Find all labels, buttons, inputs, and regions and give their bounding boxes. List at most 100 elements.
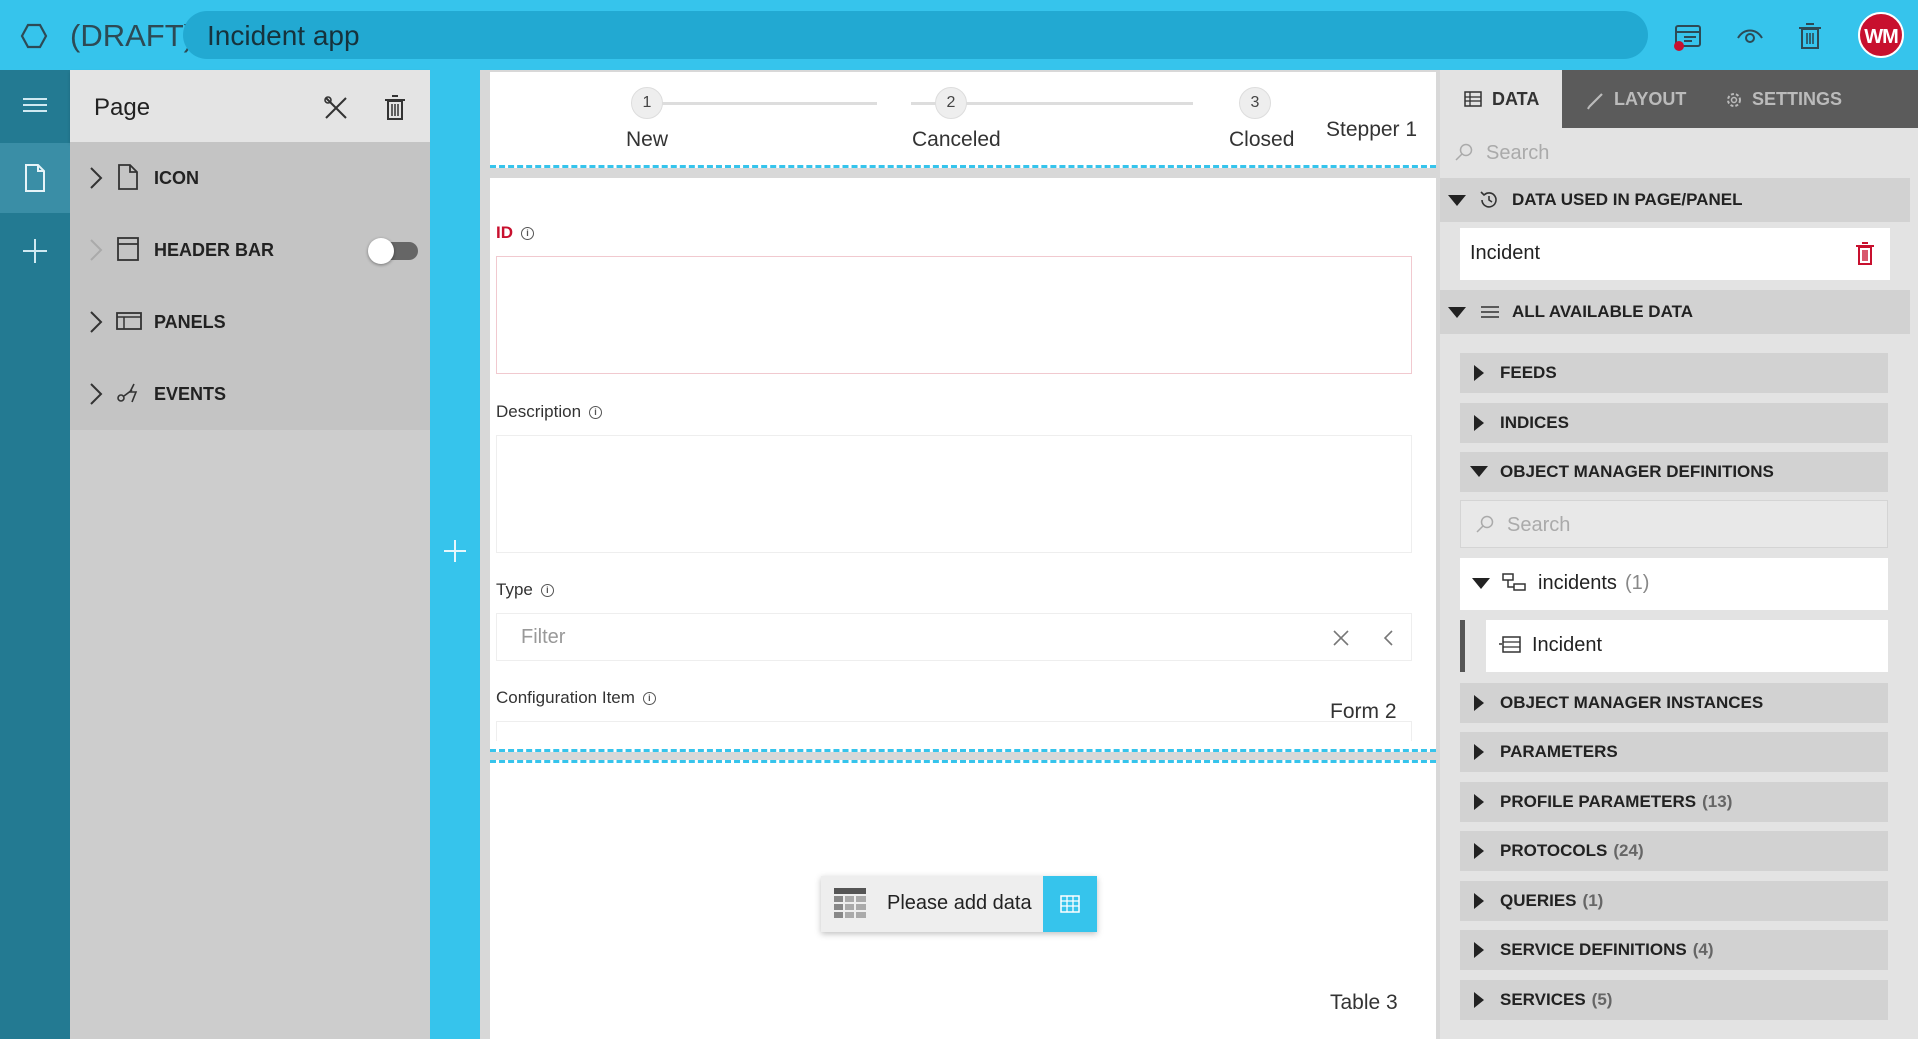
add-panel-plus-icon[interactable] <box>442 538 468 564</box>
stepper-component[interactable]: 1 2 3 New Canceled Closed Stepper 1 <box>490 72 1436 168</box>
toggle-knob <box>368 238 394 264</box>
data-group-protocols[interactable]: PROTOCOLS (24) <box>1460 831 1888 871</box>
clear-x-icon[interactable] <box>1331 628 1351 648</box>
data-group-service-definitions[interactable]: SERVICE DEFINITIONS (4) <box>1460 930 1888 970</box>
add-page-button[interactable] <box>0 216 70 286</box>
field-label-description: Description i <box>496 402 603 422</box>
tree-node-label: incidents <box>1538 572 1617 594</box>
step-number[interactable]: 2 <box>935 87 967 119</box>
group-label: INDICES <box>1500 413 1569 432</box>
menu-button[interactable] <box>0 70 70 140</box>
top-bar: (DRAFT) Incident app WM <box>0 0 1918 70</box>
tab-label: SETTINGS <box>1752 89 1843 109</box>
page-section-events[interactable]: EVENTS <box>70 358 430 430</box>
caret-right-icon <box>1474 992 1484 1008</box>
section-label: PANELS <box>154 312 226 332</box>
add-data-cyan-button[interactable] <box>1043 876 1097 932</box>
tree-leaf-label: Incident <box>1532 634 1603 656</box>
data-used-section-header[interactable]: DATA USED IN PAGE/PANEL <box>1440 178 1910 222</box>
info-icon[interactable]: i <box>540 584 554 598</box>
delete-trash-icon[interactable] <box>1854 241 1876 267</box>
group-label: OBJECT MANAGER DEFINITIONS <box>1500 462 1774 481</box>
type-filter-placeholder: Filter <box>521 626 566 648</box>
section-label: ALL AVAILABLE DATA <box>1512 302 1693 321</box>
page-section-panels[interactable]: PANELS <box>70 286 430 358</box>
data-group-object-manager-definitions[interactable]: OBJECT MANAGER DEFINITIONS <box>1460 452 1888 492</box>
preview-eye-icon[interactable] <box>1734 20 1766 52</box>
panels-icon <box>116 312 142 330</box>
group-count: (24) <box>1613 841 1644 860</box>
group-label: FEEDS <box>1500 363 1557 382</box>
group-label: PARAMETERS <box>1500 742 1618 761</box>
page-icon <box>25 164 45 192</box>
all-available-data-header[interactable]: ALL AVAILABLE DATA <box>1440 290 1910 334</box>
page-panel-header: Page <box>70 70 430 142</box>
info-icon[interactable]: i <box>521 227 534 241</box>
info-icon[interactable]: i <box>589 406 603 420</box>
step-label: Closed <box>1229 128 1295 151</box>
id-input[interactable] <box>496 256 1412 374</box>
hamburger-icon <box>23 98 47 112</box>
field-label-configuration-item: Configuration Item i <box>496 688 656 708</box>
app-hexagon-icon[interactable] <box>20 22 48 50</box>
caret-right-icon <box>1474 365 1484 381</box>
tab-layout[interactable]: LAYOUT <box>1562 70 1710 128</box>
data-group-queries[interactable]: QUERIES (1) <box>1460 881 1888 921</box>
caret-right-icon <box>1474 744 1484 760</box>
data-search[interactable]: Search <box>1440 128 1918 178</box>
step-number[interactable]: 3 <box>1239 87 1271 119</box>
user-avatar[interactable]: WM <box>1858 12 1904 58</box>
data-group-services[interactable]: SERVICES (5) <box>1460 980 1888 1020</box>
tree-node-incidents[interactable]: incidents (1) <box>1460 558 1888 610</box>
type-filter-input[interactable]: Filter <box>496 613 1412 661</box>
tree-leaf-incident[interactable]: Incident <box>1486 620 1888 672</box>
description-input[interactable] <box>496 435 1412 553</box>
step-label: New <box>626 128 669 151</box>
delete-app-icon[interactable] <box>1794 20 1826 52</box>
group-count: (4) <box>1692 940 1714 959</box>
search-placeholder: Search <box>1507 514 1571 536</box>
data-group-profile-parameters[interactable]: PROFILE PARAMETERS (13) <box>1460 782 1888 822</box>
group-label: PROFILE PARAMETERS <box>1500 792 1697 811</box>
publish-icon[interactable] <box>1672 20 1704 52</box>
right-panel: DATA LAYOUT SETTINGS Search DATA USED IN… <box>1440 70 1918 1039</box>
section-label: DATA USED IN PAGE/PANEL <box>1512 190 1743 209</box>
field-label-text: Type <box>496 580 533 599</box>
used-data-item[interactable]: Incident <box>1460 228 1890 280</box>
data-group-indices[interactable]: INDICES <box>1460 403 1888 443</box>
page-section-header-bar[interactable]: HEADER BAR <box>70 214 430 286</box>
group-label: SERVICES <box>1500 990 1586 1009</box>
data-group-object-manager-instances[interactable]: OBJECT MANAGER INSTANCES <box>1460 683 1888 723</box>
info-icon[interactable]: i <box>642 692 656 706</box>
definitions-search-input[interactable]: Search <box>1460 500 1888 548</box>
delete-page-icon[interactable] <box>382 94 408 122</box>
selection-indicator <box>1460 620 1465 672</box>
right-panel-tabs: DATA LAYOUT SETTINGS <box>1440 70 1918 128</box>
group-count: (1) <box>1582 891 1604 910</box>
pages-button[interactable] <box>0 143 70 213</box>
please-add-data-label: Please add data <box>887 892 1032 914</box>
chevron-left-icon[interactable] <box>1379 628 1399 648</box>
page-section-icon[interactable]: ICON <box>70 142 430 214</box>
please-add-data-button[interactable]: Please add data <box>821 876 1097 932</box>
tab-data[interactable]: DATA <box>1440 70 1562 128</box>
field-label-type: Type i <box>496 580 554 600</box>
caret-down-icon <box>1448 307 1466 318</box>
used-data-label: Incident <box>1470 242 1541 264</box>
form-component[interactable]: ID i Description i Type i Filter Configurat… <box>490 178 1436 752</box>
chevron-right-icon <box>90 383 103 405</box>
tab-label: LAYOUT <box>1614 89 1687 109</box>
step-number[interactable]: 1 <box>631 87 663 119</box>
data-group-parameters[interactable]: PARAMETERS <box>1460 732 1888 772</box>
caret-down-icon <box>1470 466 1488 477</box>
tab-settings[interactable]: SETTINGS <box>1710 70 1870 128</box>
header-bar-toggle[interactable] <box>368 238 418 264</box>
page-section-list: ICON HEADER BAR PANELS EVENTS <box>70 142 430 430</box>
configuration-item-input[interactable] <box>496 721 1412 741</box>
caret-right-icon <box>1474 942 1484 958</box>
table-component[interactable]: Please add data Table 3 <box>490 760 1436 1039</box>
data-group-feeds[interactable]: FEEDS <box>1460 353 1888 393</box>
object-definition-icon <box>1499 636 1521 653</box>
edit-tools-icon[interactable] <box>322 94 350 122</box>
app-title-input[interactable]: Incident app <box>183 11 1648 59</box>
